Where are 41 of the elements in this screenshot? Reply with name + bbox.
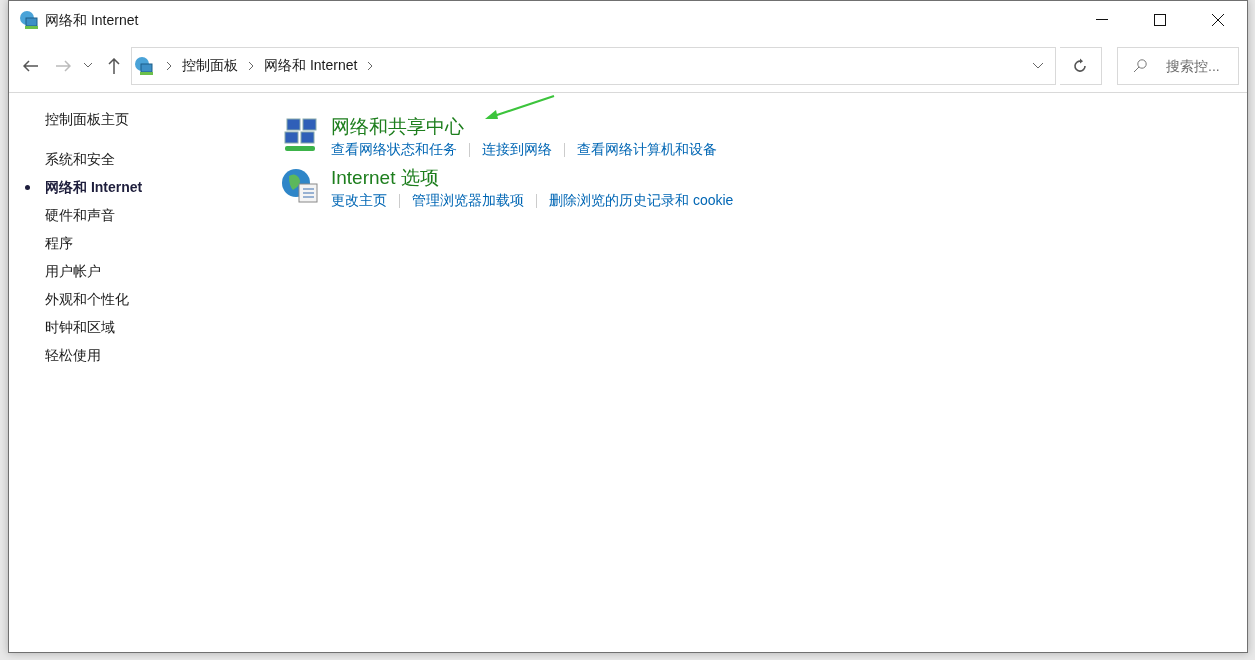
task-link[interactable]: 删除浏览的历史记录和 cookie [549,190,734,211]
breadcrumb-item[interactable]: 网络和 Internet [260,55,362,76]
dropdown-caret-icon[interactable] [1033,62,1043,69]
refresh-button[interactable] [1059,46,1102,85]
chevron-icon[interactable] [367,60,374,71]
selected-dot [25,185,30,190]
search-icon [1133,58,1147,73]
back-arrow-icon [23,59,39,72]
network-icon [19,10,39,30]
task-link[interactable]: 查看网络状态和任务 [331,139,457,160]
address-bar[interactable]: 控制面板 网络和 Internet [131,46,1056,85]
sidebar-item[interactable]: 网络和 Internet [45,177,143,197]
search-field[interactable]: 搜索控... [1117,46,1239,85]
sidebar-item[interactable]: 用户帐户 [45,261,101,281]
sidebar-item[interactable]: 硬件和声音 [45,205,115,225]
task-link[interactable]: 连接到网络 [482,139,552,160]
refresh-icon [1072,57,1088,74]
chevron-icon [166,60,172,71]
maximize-icon [1154,14,1166,26]
close-icon [1212,14,1224,26]
sidebar-item[interactable]: 程序 [45,233,73,253]
network-icon [134,55,154,76]
category-title-link[interactable]: 网络和共享中心 [331,115,464,139]
category-title-link[interactable]: Internet 选项 [331,166,439,190]
annotation-arrow [485,95,555,119]
sidebar-item[interactable]: 系统和安全 [45,149,115,169]
forward-arrow-icon [54,59,71,72]
globe-checklist-icon [281,166,321,206]
window-title: 网络和 Internet [45,10,139,30]
up-arrow-icon [107,57,120,74]
chevron-icon [248,60,254,71]
breadcrumb-item[interactable]: 控制面板 [178,55,242,76]
task-link[interactable]: 查看网络计算机和设备 [577,139,717,160]
task-link[interactable]: 管理浏览器加载项 [412,190,524,211]
minimize-icon [1096,19,1108,21]
sidebar-item[interactable]: 轻松使用 [45,345,101,365]
sidebar-home-link[interactable]: 控制面板主页 [45,109,269,129]
caret-icon [84,63,92,68]
sidebar-item[interactable]: 时钟和区域 [45,317,115,337]
task-link[interactable]: 更改主页 [331,190,387,211]
sidebar-item[interactable]: 外观和个性化 [45,289,129,309]
